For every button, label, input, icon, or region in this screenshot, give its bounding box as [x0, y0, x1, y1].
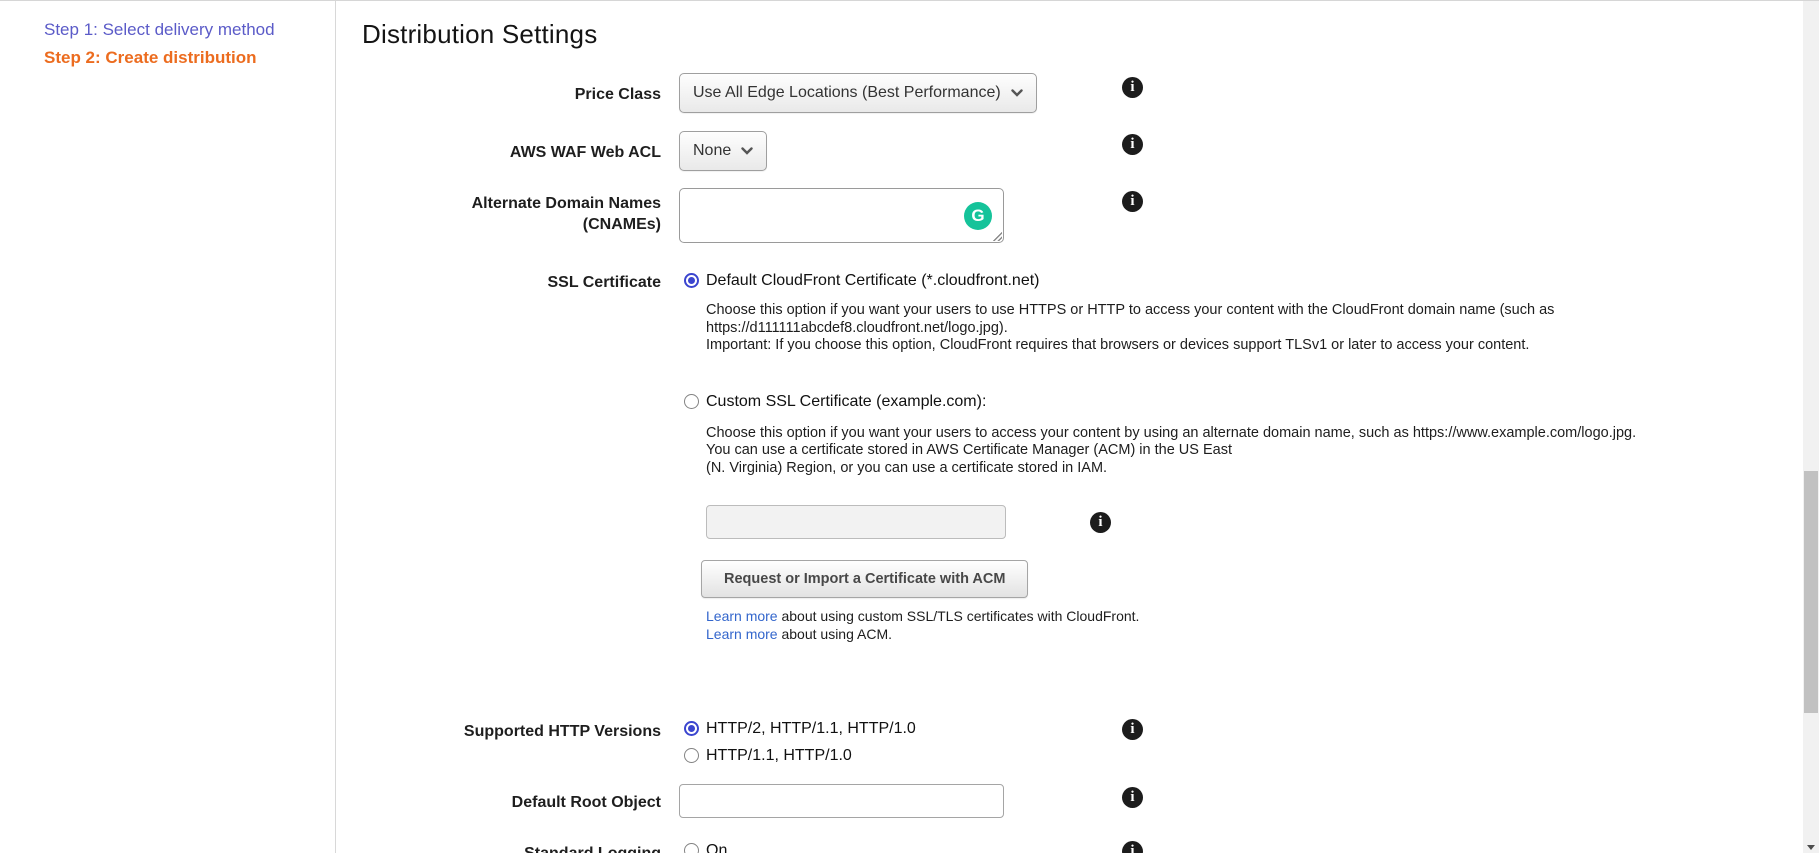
custom-certificate-option-label: Custom SSL Certificate (example.com):: [706, 392, 986, 411]
price-class-row: Price Class Use All Edge Locations (Best…: [336, 73, 1536, 113]
radio-default-cloudfront-certificate[interactable]: [684, 273, 699, 288]
grammarly-icon[interactable]: G: [964, 202, 992, 230]
scrollbar[interactable]: [1803, 1, 1819, 853]
cnames-textarea[interactable]: [679, 188, 1004, 243]
ssl-default-option: Default CloudFront Certificate (*.cloudf…: [679, 271, 1636, 290]
waf-selected-value: None: [693, 142, 731, 160]
http2-option: HTTP/2, HTTP/1.1, HTTP/1.0: [679, 719, 916, 738]
default-root-object-input[interactable]: [679, 784, 1004, 818]
waf-label: AWS WAF Web ACL: [336, 131, 661, 163]
distribution-settings-panel: Distribution Settings Price Class Use Al…: [336, 1, 1803, 853]
info-icon-cnames[interactable]: i: [1122, 191, 1143, 212]
logging-on-label: On: [706, 841, 727, 853]
radio-custom-ssl-certificate[interactable]: [684, 394, 699, 409]
default-certificate-description: Choose this option if you want your user…: [706, 302, 1636, 355]
info-icon-price-class[interactable]: i: [1122, 77, 1143, 98]
wizard-steps-sidebar: Step 1: Select delivery method Step 2: C…: [0, 1, 336, 853]
request-acm-certificate-button[interactable]: Request or Import a Certificate with ACM: [701, 560, 1028, 598]
default-certificate-option-label: Default CloudFront Certificate (*.cloudf…: [706, 271, 1039, 290]
http11-option-label: HTTP/1.1, HTTP/1.0: [706, 746, 852, 765]
waf-row: AWS WAF Web ACL None: [336, 131, 1536, 171]
page-title: Distribution Settings: [362, 19, 597, 50]
ssl-custom-option: Custom SSL Certificate (example.com):: [679, 392, 1636, 411]
chevron-down-icon: [1011, 89, 1023, 97]
info-icon-default-root-object[interactable]: i: [1122, 787, 1143, 808]
cnames-row: Alternate Domain Names (CNAMEs) G: [336, 188, 1536, 243]
learn-more-ssl-link[interactable]: Learn more: [706, 608, 778, 624]
sidebar-item-step2-current: Step 2: Create distribution: [44, 48, 257, 68]
standard-logging-row: Standard Logging On: [336, 841, 1536, 853]
ssl-certificate-label: SSL Certificate: [336, 271, 661, 293]
radio-logging-on[interactable]: [684, 843, 699, 853]
info-icon-certificate[interactable]: i: [1090, 512, 1111, 533]
default-root-object-row: Default Root Object: [336, 784, 1536, 818]
http11-option: HTTP/1.1, HTTP/1.0: [679, 746, 916, 765]
acm-certificate-input[interactable]: [706, 505, 1006, 539]
http-versions-label: Supported HTTP Versions: [336, 719, 661, 742]
scrollbar-down-button[interactable]: [1803, 840, 1819, 853]
radio-http2[interactable]: [684, 721, 699, 736]
scrollbar-thumb[interactable]: [1804, 471, 1818, 713]
price-class-label: Price Class: [336, 73, 661, 105]
custom-certificate-description: Choose this option if you want your user…: [706, 425, 1636, 478]
cnames-label: Alternate Domain Names (CNAMEs): [336, 188, 661, 235]
info-icon-http-versions[interactable]: i: [1122, 719, 1143, 740]
create-distribution-page: Step 1: Select delivery method Step 2: C…: [0, 0, 1819, 853]
http-versions-row: Supported HTTP Versions HTTP/2, HTTP/1.1…: [336, 719, 1536, 765]
standard-logging-label: Standard Logging: [336, 841, 661, 853]
learn-more-links: Learn more about using custom SSL/TLS ce…: [706, 607, 1636, 643]
info-icon-waf[interactable]: i: [1122, 134, 1143, 155]
price-class-select[interactable]: Use All Edge Locations (Best Performance…: [679, 73, 1037, 113]
default-root-object-label: Default Root Object: [336, 784, 661, 813]
chevron-down-icon: [741, 147, 753, 155]
learn-more-acm-link[interactable]: Learn more: [706, 626, 778, 642]
ssl-certificate-section: SSL Certificate Default CloudFront Certi…: [336, 271, 1536, 643]
http2-option-label: HTTP/2, HTTP/1.1, HTTP/1.0: [706, 719, 916, 738]
radio-http11[interactable]: [684, 748, 699, 763]
price-class-selected-value: Use All Edge Locations (Best Performance…: [693, 84, 1001, 102]
sidebar-item-step1[interactable]: Step 1: Select delivery method: [44, 20, 275, 40]
waf-select[interactable]: None: [679, 131, 767, 171]
certificate-input-row: i: [706, 505, 1636, 539]
logging-on-option: On: [679, 841, 727, 853]
